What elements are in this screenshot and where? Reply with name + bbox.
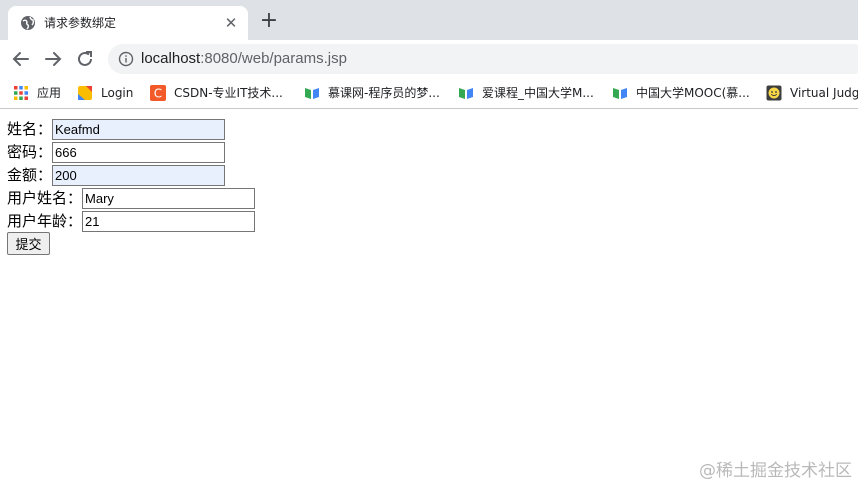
bookmark-imooc[interactable]: 慕课网-程序员的梦... xyxy=(304,82,440,104)
book-icon xyxy=(459,88,473,99)
page-content: 姓名： 密码： 金额： 用户姓名： 用户年龄： 提交 xyxy=(0,110,858,487)
username-label: 用户姓名： xyxy=(7,189,83,207)
bookmark-apps[interactable]: 应用 xyxy=(13,82,61,104)
url-text[interactable]: localhost:8080/web/params.jsp xyxy=(141,50,347,68)
bookmark-label: Virtual Judge xyxy=(790,86,858,100)
bookmark-label: 爱课程_中国大学M... xyxy=(482,86,594,100)
tab-close-icon[interactable]: ✕ xyxy=(222,14,240,32)
url-path: :8080/web/params.jsp xyxy=(200,50,347,67)
tab-strip: 请求参数绑定 ✕ + xyxy=(0,0,858,40)
browser-toolbar: localhost:8080/web/params.jsp xyxy=(0,40,858,78)
forward-arrow-icon[interactable] xyxy=(41,47,65,71)
name-input[interactable] xyxy=(52,118,226,140)
bookmark-label: 应用 xyxy=(37,86,62,100)
bookmark-label: 慕课网-程序员的梦... xyxy=(328,86,440,100)
username-input[interactable] xyxy=(82,187,256,209)
bookmark-csdn[interactable]: C CSDN-专业IT技术... xyxy=(150,82,283,104)
userage-input[interactable] xyxy=(82,210,256,232)
site-info-icon[interactable] xyxy=(118,51,134,67)
book-icon xyxy=(613,88,627,99)
submit-button[interactable]: 提交 xyxy=(7,232,50,255)
form-row-amount: 金额： xyxy=(7,164,226,186)
svg-text:C: C xyxy=(154,87,162,101)
bookmark-mooc[interactable]: 中国大学MOOC(慕... xyxy=(612,82,750,104)
bookmark-virtual-judge[interactable]: Virtual Judge xyxy=(766,82,858,104)
form-row-password: 密码： xyxy=(7,141,226,163)
form-row-name: 姓名： xyxy=(7,118,226,140)
bookmark-label: 中国大学MOOC(慕... xyxy=(636,86,750,100)
password-input[interactable] xyxy=(52,141,226,163)
book-icon xyxy=(305,88,319,99)
bookmark-flag-icon xyxy=(78,86,92,100)
url-host: localhost xyxy=(141,50,201,67)
bookmark-login[interactable]: Login xyxy=(77,82,133,104)
bookmark-label: CSDN-专业IT技术... xyxy=(174,86,283,100)
smiley-icon xyxy=(766,85,782,101)
back-arrow-icon[interactable] xyxy=(9,47,33,71)
tab-title: 请求参数绑定 xyxy=(44,16,117,30)
watermark: @稀土掘金技术社区 xyxy=(699,461,852,481)
active-tab[interactable]: 请求参数绑定 ✕ xyxy=(8,6,248,40)
userage-label: 用户年龄： xyxy=(7,212,83,230)
new-tab-button[interactable]: + xyxy=(258,10,280,32)
apps-grid-icon xyxy=(14,86,28,100)
address-bar[interactable]: localhost:8080/web/params.jsp xyxy=(108,44,858,74)
password-label: 密码： xyxy=(7,143,53,161)
amount-label: 金额： xyxy=(7,166,53,184)
form-row-username: 用户姓名： xyxy=(7,187,256,209)
bookmark-icourses[interactable]: 爱课程_中国大学M... xyxy=(458,82,594,104)
globe-icon xyxy=(21,16,35,30)
csdn-icon: C xyxy=(150,85,166,101)
amount-input[interactable] xyxy=(52,164,226,186)
bookmarks-bar: 应用 Login C CSDN-专业IT技术... 慕课网-程序员的梦... 爱… xyxy=(0,78,858,109)
form-row-userage: 用户年龄： xyxy=(7,210,256,232)
bookmark-label: Login xyxy=(101,86,134,100)
name-label: 姓名： xyxy=(7,120,53,138)
reload-icon[interactable] xyxy=(73,47,97,71)
